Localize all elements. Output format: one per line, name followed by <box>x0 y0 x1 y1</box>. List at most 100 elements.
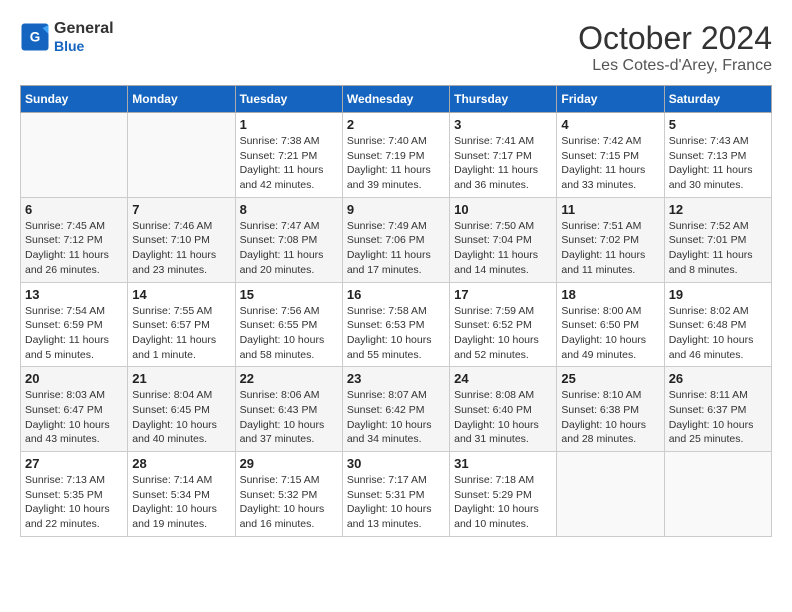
calendar-cell: 27 Sunrise: 7:13 AM Sunset: 5:35 PM Dayli… <box>21 452 128 537</box>
day-info: Sunrise: 7:59 AM Sunset: 6:52 PM Dayligh… <box>454 304 552 363</box>
day-info: Sunrise: 7:38 AM Sunset: 7:21 PM Dayligh… <box>240 134 338 193</box>
weekday-header-wednesday: Wednesday <box>342 86 449 113</box>
day-number: 28 <box>132 456 230 471</box>
day-info: Sunrise: 7:46 AM Sunset: 7:10 PM Dayligh… <box>132 219 230 278</box>
day-number: 26 <box>669 371 767 386</box>
day-info: Sunrise: 8:11 AM Sunset: 6:37 PM Dayligh… <box>669 388 767 447</box>
day-number: 23 <box>347 371 445 386</box>
weekday-header-sunday: Sunday <box>21 86 128 113</box>
day-info: Sunrise: 7:56 AM Sunset: 6:55 PM Dayligh… <box>240 304 338 363</box>
day-number: 29 <box>240 456 338 471</box>
logo: G General Blue <box>20 20 114 54</box>
day-info: Sunrise: 7:13 AM Sunset: 5:35 PM Dayligh… <box>25 473 123 532</box>
day-info: Sunrise: 7:17 AM Sunset: 5:31 PM Dayligh… <box>347 473 445 532</box>
calendar-cell: 4 Sunrise: 7:42 AM Sunset: 7:15 PM Daylig… <box>557 113 664 198</box>
day-number: 19 <box>669 287 767 302</box>
calendar-cell: 28 Sunrise: 7:14 AM Sunset: 5:34 PM Dayli… <box>128 452 235 537</box>
day-info: Sunrise: 7:42 AM Sunset: 7:15 PM Dayligh… <box>561 134 659 193</box>
day-number: 5 <box>669 117 767 132</box>
calendar-cell: 1Sunrise: 7:38 AM Sunset: 7:21 PM Daylig… <box>235 113 342 198</box>
calendar-cell: 11Sunrise: 7:51 AM Sunset: 7:02 PM Dayli… <box>557 197 664 282</box>
logo-icon: G <box>20 22 50 52</box>
calendar-cell: 22 Sunrise: 8:06 AM Sunset: 6:43 PM Dayli… <box>235 367 342 452</box>
day-info: Sunrise: 7:43 AM Sunset: 7:13 PM Dayligh… <box>669 134 767 193</box>
calendar-week-5: 27 Sunrise: 7:13 AM Sunset: 5:35 PM Dayli… <box>21 452 772 537</box>
calendar-week-2: 6 Sunrise: 7:45 AM Sunset: 7:12 PM Daylig… <box>21 197 772 282</box>
calendar-week-4: 20Sunrise: 8:03 AM Sunset: 6:47 PM Dayli… <box>21 367 772 452</box>
calendar-cell: 13 Sunrise: 7:54 AM Sunset: 6:59 PM Dayli… <box>21 282 128 367</box>
day-info: Sunrise: 7:52 AM Sunset: 7:01 PM Dayligh… <box>669 219 767 278</box>
calendar-cell <box>128 113 235 198</box>
day-info: Sunrise: 8:10 AM Sunset: 6:38 PM Dayligh… <box>561 388 659 447</box>
day-info: Sunrise: 8:08 AM Sunset: 6:40 PM Dayligh… <box>454 388 552 447</box>
svg-text:G: G <box>30 30 41 45</box>
calendar-cell: 26 Sunrise: 8:11 AM Sunset: 6:37 PM Dayli… <box>664 367 771 452</box>
day-info: Sunrise: 7:54 AM Sunset: 6:59 PM Dayligh… <box>25 304 123 363</box>
day-number: 18 <box>561 287 659 302</box>
calendar-cell: 14Sunrise: 7:55 AM Sunset: 6:57 PM Dayli… <box>128 282 235 367</box>
day-info: Sunrise: 7:18 AM Sunset: 5:29 PM Dayligh… <box>454 473 552 532</box>
day-number: 16 <box>347 287 445 302</box>
calendar-cell: 16 Sunrise: 7:58 AM Sunset: 6:53 PM Dayli… <box>342 282 449 367</box>
day-number: 10 <box>454 202 552 217</box>
day-info: Sunrise: 7:45 AM Sunset: 7:12 PM Dayligh… <box>25 219 123 278</box>
calendar-cell: 25 Sunrise: 8:10 AM Sunset: 6:38 PM Dayli… <box>557 367 664 452</box>
day-number: 27 <box>25 456 123 471</box>
day-info: Sunrise: 7:47 AM Sunset: 7:08 PM Dayligh… <box>240 219 338 278</box>
calendar-cell: 15 Sunrise: 7:56 AM Sunset: 6:55 PM Dayli… <box>235 282 342 367</box>
logo-text: General Blue <box>54 20 114 54</box>
calendar-cell: 21 Sunrise: 8:04 AM Sunset: 6:45 PM Dayli… <box>128 367 235 452</box>
day-number: 7 <box>132 202 230 217</box>
day-number: 4 <box>561 117 659 132</box>
month-title: October 2024 <box>578 20 772 57</box>
calendar-cell <box>21 113 128 198</box>
day-number: 8 <box>240 202 338 217</box>
day-number: 6 <box>25 202 123 217</box>
day-number: 24 <box>454 371 552 386</box>
weekday-header-monday: Monday <box>128 86 235 113</box>
day-number: 15 <box>240 287 338 302</box>
location: Les Cotes-d'Arey, France <box>578 57 772 75</box>
calendar-cell: 18 Sunrise: 8:00 AM Sunset: 6:50 PM Dayli… <box>557 282 664 367</box>
calendar-cell: 29 Sunrise: 7:15 AM Sunset: 5:32 PM Dayli… <box>235 452 342 537</box>
weekday-header-saturday: Saturday <box>664 86 771 113</box>
day-number: 22 <box>240 371 338 386</box>
weekday-header-thursday: Thursday <box>450 86 557 113</box>
page-header: G General Blue October 2024 Les Cotes-d'… <box>20 20 772 75</box>
day-info: Sunrise: 7:15 AM Sunset: 5:32 PM Dayligh… <box>240 473 338 532</box>
calendar-cell: 2Sunrise: 7:40 AM Sunset: 7:19 PM Daylig… <box>342 113 449 198</box>
calendar-cell: 24 Sunrise: 8:08 AM Sunset: 6:40 PM Dayli… <box>450 367 557 452</box>
day-info: Sunrise: 7:41 AM Sunset: 7:17 PM Dayligh… <box>454 134 552 193</box>
calendar-cell: 20Sunrise: 8:03 AM Sunset: 6:47 PM Dayli… <box>21 367 128 452</box>
day-number: 31 <box>454 456 552 471</box>
calendar-cell: 17Sunrise: 7:59 AM Sunset: 6:52 PM Dayli… <box>450 282 557 367</box>
calendar-cell: 9 Sunrise: 7:49 AM Sunset: 7:06 PM Daylig… <box>342 197 449 282</box>
calendar-table: SundayMondayTuesdayWednesdayThursdayFrid… <box>20 85 772 537</box>
day-info: Sunrise: 8:07 AM Sunset: 6:42 PM Dayligh… <box>347 388 445 447</box>
day-info: Sunrise: 8:06 AM Sunset: 6:43 PM Dayligh… <box>240 388 338 447</box>
day-info: Sunrise: 8:04 AM Sunset: 6:45 PM Dayligh… <box>132 388 230 447</box>
day-number: 25 <box>561 371 659 386</box>
day-info: Sunrise: 7:58 AM Sunset: 6:53 PM Dayligh… <box>347 304 445 363</box>
calendar-cell: 5 Sunrise: 7:43 AM Sunset: 7:13 PM Daylig… <box>664 113 771 198</box>
day-info: Sunrise: 7:14 AM Sunset: 5:34 PM Dayligh… <box>132 473 230 532</box>
calendar-cell <box>664 452 771 537</box>
calendar-cell: 12 Sunrise: 7:52 AM Sunset: 7:01 PM Dayli… <box>664 197 771 282</box>
weekday-header-tuesday: Tuesday <box>235 86 342 113</box>
calendar-cell: 31 Sunrise: 7:18 AM Sunset: 5:29 PM Dayli… <box>450 452 557 537</box>
day-number: 9 <box>347 202 445 217</box>
day-number: 30 <box>347 456 445 471</box>
calendar-week-1: 1Sunrise: 7:38 AM Sunset: 7:21 PM Daylig… <box>21 113 772 198</box>
day-number: 14 <box>132 287 230 302</box>
day-info: Sunrise: 7:49 AM Sunset: 7:06 PM Dayligh… <box>347 219 445 278</box>
day-info: Sunrise: 8:02 AM Sunset: 6:48 PM Dayligh… <box>669 304 767 363</box>
day-number: 12 <box>669 202 767 217</box>
day-info: Sunrise: 8:00 AM Sunset: 6:50 PM Dayligh… <box>561 304 659 363</box>
calendar-cell: 6 Sunrise: 7:45 AM Sunset: 7:12 PM Daylig… <box>21 197 128 282</box>
weekday-header-friday: Friday <box>557 86 664 113</box>
title-block: October 2024 Les Cotes-d'Arey, France <box>578 20 772 75</box>
day-number: 20 <box>25 371 123 386</box>
day-number: 13 <box>25 287 123 302</box>
calendar-cell <box>557 452 664 537</box>
day-number: 21 <box>132 371 230 386</box>
